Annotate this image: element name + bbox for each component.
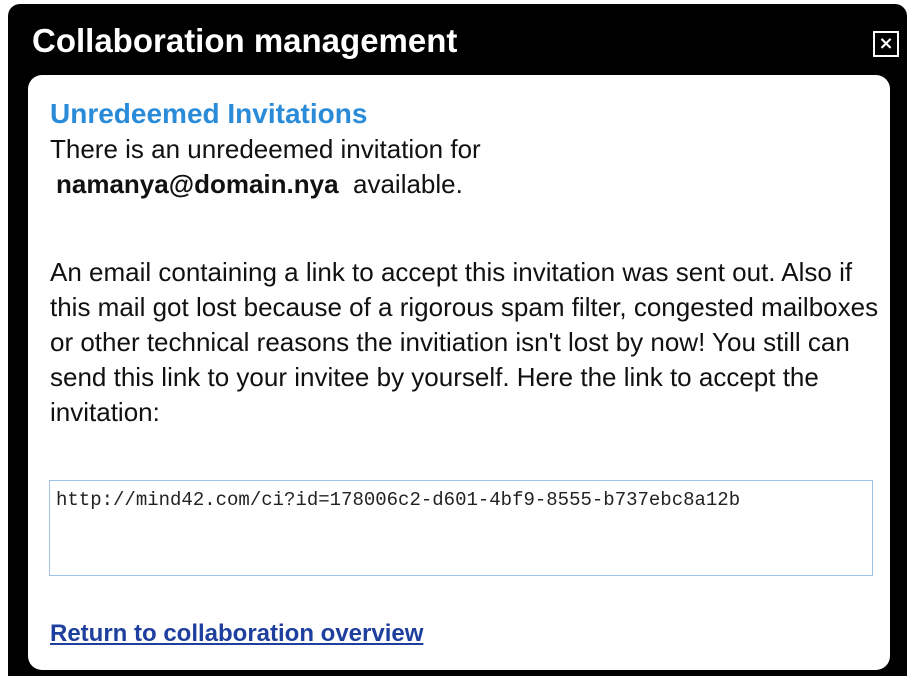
invitation-intro: There is an unredeemed invitation for na… (50, 132, 870, 202)
close-icon[interactable]: × (873, 31, 899, 57)
invitation-link-field[interactable]: http://mind42.com/ci?id=178006c2-d601-4b… (49, 480, 873, 576)
section-heading: Unredeemed Invitations (50, 98, 368, 129)
intro-suffix: available. (353, 169, 463, 199)
invitee-email: namanya@domain.nya (56, 169, 339, 199)
dialog-title: Collaboration management (32, 22, 458, 59)
intro-email-line: namanya@domain.nya available. (50, 167, 870, 202)
invitation-description: An email containing a link to accept thi… (50, 257, 879, 427)
collaboration-dialog: Collaboration management × Unredeemed In… (8, 4, 907, 676)
dialog-content: Unredeemed Invitations There is an unred… (28, 75, 890, 670)
return-to-overview-link[interactable]: Return to collaboration overview (50, 619, 423, 649)
intro-prefix: There is an unredeemed invitation for (50, 134, 481, 164)
dialog-titlebar[interactable]: Collaboration management × (8, 4, 907, 74)
